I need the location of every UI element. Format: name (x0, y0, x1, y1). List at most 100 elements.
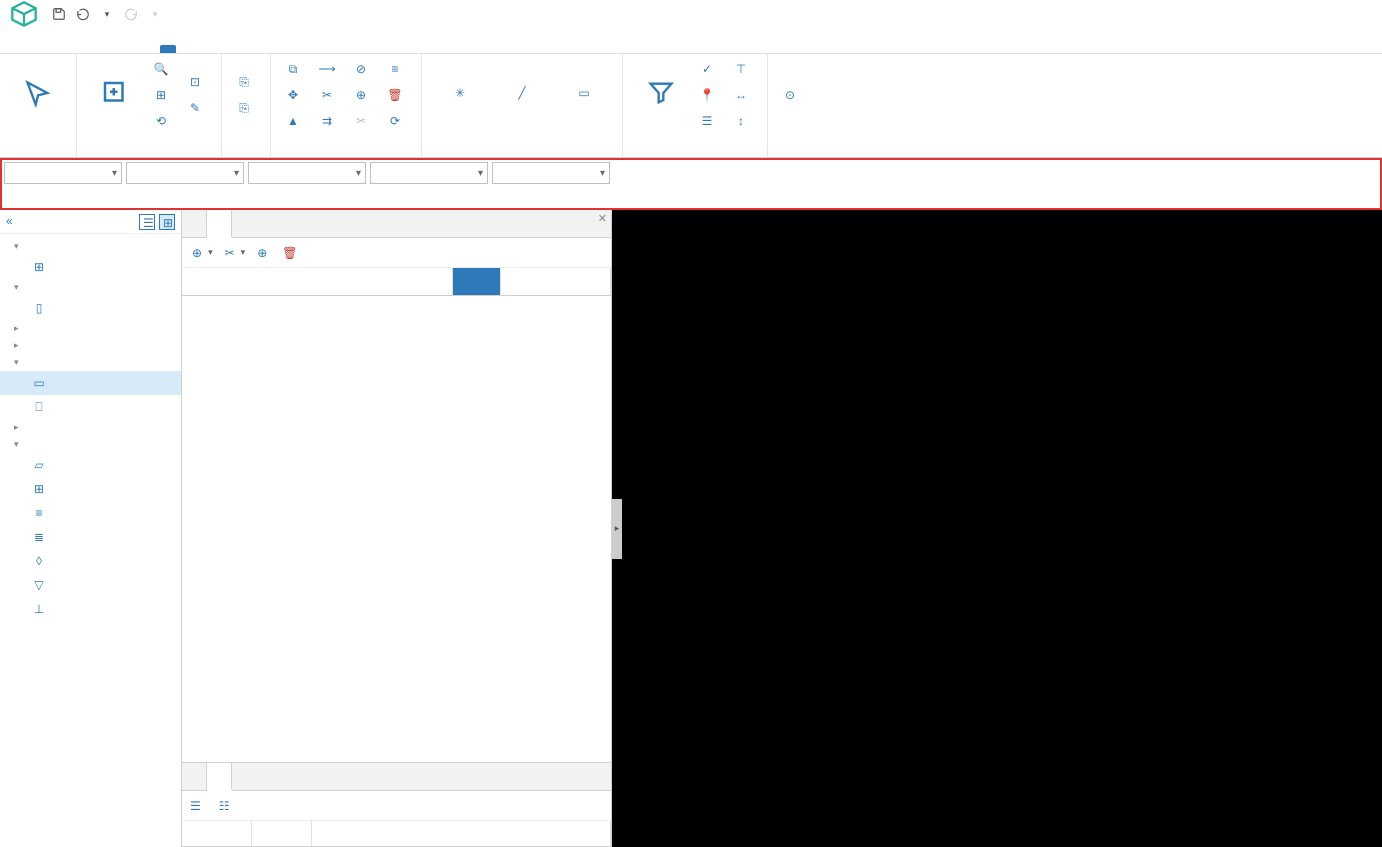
show-layer-button[interactable]: ☰ (190, 799, 205, 813)
category2-combo[interactable] (248, 162, 366, 184)
span-icon: ↔ (733, 87, 749, 103)
point-button[interactable]: ✳ (432, 58, 488, 132)
column-icon: ▯ (32, 301, 46, 315)
titlebar: ▾ ▾ (0, 0, 1382, 28)
tree-found-5[interactable]: ▽ (0, 573, 181, 597)
quick-access-toolbar: ▾ ▾ (44, 5, 170, 23)
add-drawing-button[interactable] (87, 58, 143, 132)
tree-foundation[interactable]: ▾ (0, 436, 181, 453)
tab-opening[interactable] (248, 45, 264, 53)
cad-viewport[interactable]: ▸ (612, 210, 1382, 847)
tab-export[interactable] (380, 45, 396, 53)
rect-button[interactable]: ▭ (556, 58, 612, 132)
collapse-icon[interactable]: « (6, 214, 22, 230)
hide-icon: ☷ (219, 799, 230, 813)
recognize-beam-button[interactable] (633, 58, 689, 132)
layer-combo[interactable] (492, 162, 610, 184)
set-scale-button[interactable]: ⊞ (149, 84, 177, 106)
trim-button[interactable]: ✂ (315, 84, 343, 106)
rotate-button[interactable]: ⟳ (383, 110, 411, 132)
tree-column-item[interactable]: ▯ (0, 296, 181, 320)
tree-beam[interactable]: ▾ (0, 354, 181, 371)
recognize-comp-button[interactable]: ☰ (695, 110, 723, 132)
tree-column[interactable]: ▾ (0, 279, 181, 296)
tree-slab[interactable]: ▸ (0, 419, 181, 436)
hide-layer-button[interactable]: ☷ (219, 799, 234, 813)
subtab-component-list[interactable] (182, 210, 207, 237)
select-button[interactable] (10, 58, 66, 132)
mid-split-button[interactable]: ✂▾ (221, 244, 250, 262)
split-icon: ✂ (353, 113, 369, 129)
offset-button[interactable]: ⇉ (315, 110, 343, 132)
check-beam-button[interactable]: ✓ (695, 58, 723, 80)
tree-found-1[interactable]: ⊞ (0, 477, 181, 501)
tree-found-4[interactable]: ◊ (0, 549, 181, 573)
tab-pile-cap[interactable] (336, 45, 352, 53)
mid-grid-header (182, 268, 611, 296)
ribbon-group-drawing-ops: 🔍 ⊞ ⟲ ⊡ ✎ (77, 54, 222, 157)
copy-from-layer-button[interactable]: ⎘ (232, 97, 260, 119)
locate-icon: ⊕ (257, 246, 267, 260)
restore-cad-button[interactable]: ⟲ (149, 110, 177, 132)
tree-found-2[interactable]: ≡ (0, 501, 181, 525)
redo-icon[interactable] (122, 5, 140, 23)
save-icon[interactable] (50, 5, 68, 23)
subtab-drawing-manage[interactable] (207, 210, 232, 238)
mid-add-button[interactable]: ⊕▾ (188, 244, 217, 262)
edit-support-button[interactable]: ⊤ (729, 58, 757, 80)
ribbon: 🔍 ⊞ ⟲ ⊡ ✎ ⎘ ⎘ ⧉ ✥ ▲ ⟶ ✂ (0, 54, 1382, 158)
join-button[interactable]: ⊕ (349, 84, 377, 106)
copy-button[interactable]: ⧉ (281, 58, 309, 80)
tab-beam[interactable] (160, 45, 176, 53)
subtab-property-list[interactable] (182, 763, 207, 790)
layer-toolbar: ☰ ☷ (182, 791, 611, 821)
subtab-layer-manage[interactable] (207, 763, 232, 791)
floor-combo[interactable] (4, 162, 122, 184)
line-button[interactable]: ╱ (494, 58, 550, 132)
tree-found-0[interactable]: ▱ (0, 453, 181, 477)
tree-wall[interactable]: ▸ (0, 320, 181, 337)
tree-found-6[interactable]: ⊥ (0, 597, 181, 621)
undo-icon[interactable] (74, 5, 92, 23)
pilecap-icon: ▽ (32, 578, 46, 592)
list-view-icon[interactable]: ☰ (139, 214, 155, 230)
ribbon-group-general-ops: ⎘ ⎘ (222, 54, 271, 157)
mid-delete-button[interactable]: 🗑 (278, 244, 304, 262)
tab-foundation-beam[interactable] (292, 45, 308, 53)
tree-axis-grid[interactable]: ⊞ (0, 255, 181, 279)
align-button[interactable]: ≡ (383, 58, 411, 80)
filter-bar (0, 158, 1382, 210)
dropdown-icon[interactable]: ▾ (146, 5, 164, 23)
dropdown-icon[interactable]: ▾ (98, 5, 116, 23)
break-button[interactable]: ⊘ (349, 58, 377, 80)
tree-linkbeam-item[interactable]: ⎕ (0, 395, 181, 419)
cad-option-button[interactable]: ⊡ (183, 71, 211, 93)
tree-door[interactable]: ▸ (0, 337, 181, 354)
tree-view-icon[interactable]: ⊞ (159, 214, 175, 230)
move-button[interactable]: ✥ (281, 84, 309, 106)
origin-mark-button[interactable]: ⊙ (778, 84, 806, 106)
tab-floor-grid[interactable] (72, 45, 88, 53)
item-combo[interactable] (370, 162, 488, 184)
delete-button[interactable]: 🗑 (383, 84, 411, 106)
mid-locate-button[interactable]: ⊕ (253, 244, 274, 262)
cad-drawing (652, 230, 1382, 790)
tab-slab[interactable] (204, 45, 220, 53)
extend-button[interactable]: ⟶ (315, 58, 343, 80)
tree-axis[interactable]: ▾ (0, 238, 181, 255)
split-button[interactable]: ✂ (349, 110, 377, 132)
find-replace-button[interactable]: 🔍 (149, 58, 177, 80)
tree-found-3[interactable]: ≣ (0, 525, 181, 549)
fill-cad-button[interactable]: ✎ (183, 97, 211, 119)
reextract-span-button[interactable]: ↔ (729, 84, 757, 106)
copy-to-layer-button[interactable]: ⎘ (232, 71, 260, 93)
edit-height-button[interactable]: ↕ (729, 110, 757, 132)
tab-column-wall[interactable] (116, 45, 132, 53)
tree-beam-item[interactable]: ▭ (0, 371, 181, 395)
check-origin-button[interactable]: 📍 (695, 84, 723, 106)
close-icon[interactable]: ✕ (598, 212, 607, 225)
splitter-handle[interactable]: ▸ (612, 499, 622, 559)
mirror-button[interactable]: ▲ (281, 110, 309, 132)
col-lock[interactable] (453, 268, 501, 295)
category1-combo[interactable] (126, 162, 244, 184)
